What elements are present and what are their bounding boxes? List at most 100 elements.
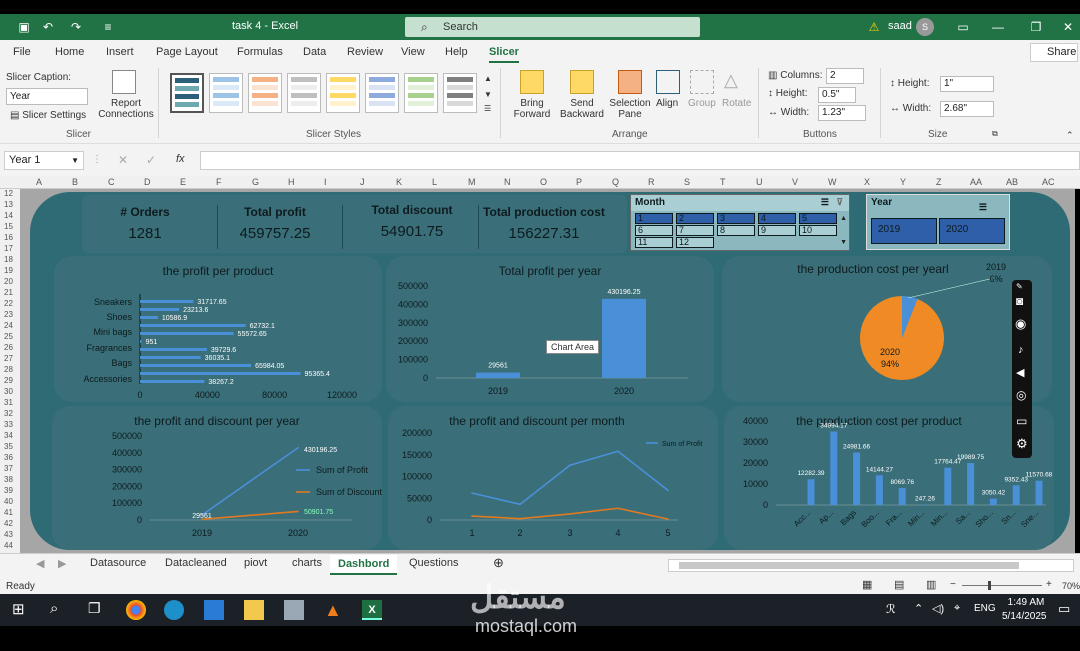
month-slicer-item[interactable]: 11 — [635, 237, 673, 248]
column-header[interactable]: D — [144, 177, 151, 187]
tab-view[interactable]: View — [401, 46, 425, 58]
row-header[interactable]: 16 — [4, 233, 13, 242]
tab-formulas[interactable]: Formulas — [237, 46, 283, 58]
year-slicer[interactable]: Year ☰ 2019 2020 — [866, 194, 1010, 250]
tab-file[interactable]: File — [13, 46, 31, 58]
row-header[interactable]: 17 — [4, 244, 13, 253]
zoom-in-icon[interactable]: + — [1046, 579, 1052, 590]
multi-select-icon[interactable]: ☰ — [821, 197, 829, 208]
file-explorer-icon[interactable] — [244, 600, 264, 620]
row-header[interactable]: 41 — [4, 508, 13, 517]
column-header[interactable]: W — [828, 177, 837, 187]
tab-slicer[interactable]: Slicer — [489, 46, 519, 63]
row-header[interactable]: 30 — [4, 387, 13, 396]
name-box-dropdown-icon[interactable]: ▼ — [71, 152, 79, 169]
tab-help[interactable]: Help — [445, 46, 468, 58]
microphone-icon[interactable]: ♪ — [1018, 344, 1024, 356]
speaker-icon[interactable]: ◀ — [1016, 366, 1024, 379]
column-header[interactable]: Q — [612, 177, 619, 187]
sheet-tab-piovt[interactable]: piovt — [244, 557, 267, 569]
clock-date[interactable]: 5/14/2025 — [1002, 611, 1047, 622]
column-header[interactable]: N — [504, 177, 511, 187]
column-header[interactable]: O — [540, 177, 547, 187]
send-backward-button[interactable]: Send Backward — [556, 98, 608, 120]
column-header[interactable]: P — [576, 177, 582, 187]
row-header[interactable]: 15 — [4, 222, 13, 231]
app-icon[interactable] — [284, 600, 304, 620]
sheet-tab-questions[interactable]: Questions — [409, 557, 459, 569]
chart-profit-discount-per-month[interactable]: the profit and discount per month 0 50000… — [388, 406, 718, 550]
row-header[interactable]: 23 — [4, 310, 13, 319]
tab-scroll-left-icon[interactable]: ◀ — [36, 557, 44, 570]
chrome-icon[interactable] — [126, 600, 146, 620]
slicer-settings-button[interactable]: ▤ Slicer Settings — [10, 110, 86, 121]
button-width-input[interactable]: 1.23" — [818, 105, 866, 121]
page-break-view-icon[interactable]: ▥ — [926, 578, 936, 591]
taskbar-search-icon[interactable]: ⌕ — [50, 600, 70, 620]
slicer-caption-input[interactable]: Year — [6, 88, 88, 105]
column-header[interactable]: AB — [1006, 177, 1018, 187]
month-slicer-item[interactable]: 12 — [676, 237, 714, 248]
button-height-input[interactable]: 0.5" — [818, 87, 856, 103]
scrollbar-thumb[interactable] — [679, 562, 1019, 569]
chart-profit-discount-per-year[interactable]: the profit and discount per year 0 100000… — [52, 406, 382, 550]
month-slicer-item[interactable]: 1 — [635, 213, 673, 224]
column-header[interactable]: E — [180, 177, 186, 187]
add-sheet-icon[interactable]: ⊕ — [493, 555, 504, 571]
column-header[interactable]: B — [72, 177, 78, 187]
selection-pane-button[interactable]: Selection Pane — [608, 98, 652, 120]
column-header[interactable]: M — [468, 177, 476, 187]
zoom-slider[interactable] — [962, 585, 1042, 586]
column-header[interactable]: V — [792, 177, 798, 187]
year-slicer-item[interactable]: 2020 — [939, 218, 1005, 244]
row-header[interactable]: 24 — [4, 321, 13, 330]
cancel-icon[interactable]: ✕ — [118, 153, 128, 167]
row-header[interactable]: 19 — [4, 266, 13, 275]
row-header[interactable]: 18 — [4, 255, 13, 264]
column-header[interactable]: U — [756, 177, 763, 187]
column-header[interactable]: G — [252, 177, 259, 187]
people-icon[interactable]: ℛ — [886, 602, 896, 616]
row-header[interactable]: 22 — [4, 299, 13, 308]
row-header[interactable]: 34 — [4, 431, 13, 440]
language-indicator[interactable]: ENG — [974, 603, 996, 614]
column-header[interactable]: T — [720, 177, 726, 187]
mail-icon[interactable] — [204, 600, 224, 620]
month-slicer[interactable]: Month ☰ ⊽ 1 2 3 4 5 6 7 8 9 10 11 12 ▲ ▼ — [630, 194, 850, 251]
camera-icon[interactable]: ◙ — [1016, 294, 1023, 308]
page-layout-view-icon[interactable]: ▤ — [894, 578, 904, 591]
chart-profit-per-product[interactable]: the profit per product 31717.65 23213.6 10… — [54, 256, 382, 402]
worksheet[interactable]: # Orders 1281 Total profit 459757.25 Tot… — [20, 189, 1075, 553]
column-header[interactable]: Z — [936, 177, 942, 187]
save-icon[interactable]: ▣ — [16, 19, 32, 35]
task-view-icon[interactable]: ❐ — [88, 600, 108, 620]
month-slicer-item[interactable]: 2 — [676, 213, 714, 224]
notifications-icon[interactable]: ▭ — [1058, 601, 1070, 617]
row-header[interactable]: 38 — [4, 475, 13, 484]
bring-forward-button[interactable]: Bring Forward — [508, 98, 556, 120]
slicer-style-7[interactable] — [404, 73, 438, 113]
columns-input[interactable]: 2 — [826, 68, 864, 84]
month-slicer-scroll-up-icon[interactable]: ▲ — [840, 215, 847, 222]
tab-scroll-right-icon[interactable]: ▶ — [58, 557, 66, 570]
row-header[interactable]: 32 — [4, 409, 13, 418]
year-slicer-item[interactable]: 2019 — [871, 218, 937, 244]
volume-icon[interactable]: ◁) — [932, 602, 944, 615]
settings-gear-icon[interactable]: ⚙ — [1016, 436, 1028, 452]
column-header[interactable]: Y — [900, 177, 906, 187]
row-header[interactable]: 40 — [4, 497, 13, 506]
edge-icon[interactable] — [164, 600, 184, 620]
column-header[interactable]: S — [684, 177, 690, 187]
row-header[interactable]: 42 — [4, 519, 13, 528]
redo-icon[interactable]: ↷ — [68, 19, 84, 35]
share-button[interactable]: Share — [1030, 43, 1078, 62]
tab-insert[interactable]: Insert — [106, 46, 134, 58]
webcam-icon[interactable]: ◎ — [1016, 388, 1026, 402]
clear-filter-icon[interactable]: ⊽ — [836, 197, 843, 208]
ribbon-display-icon[interactable]: ▭ — [955, 19, 971, 35]
sheet-tab-datacleaned[interactable]: Datacleaned — [165, 557, 227, 569]
month-slicer-item[interactable]: 3 — [717, 213, 755, 224]
restore-icon[interactable]: ❐ — [1028, 19, 1044, 35]
size-height-input[interactable]: 1" — [940, 76, 994, 92]
size-width-input[interactable]: 2.68" — [940, 101, 994, 117]
